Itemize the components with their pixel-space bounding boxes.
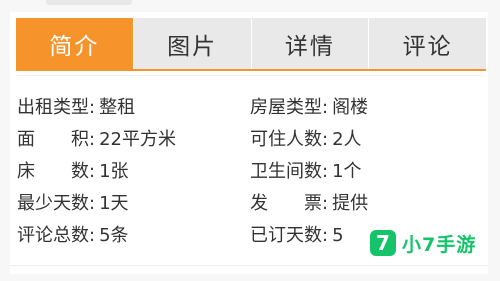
field-label: 面 积: [17, 129, 96, 150]
field-label: 最少天数: [17, 193, 96, 214]
invoice-field: 发 票: 提供 [250, 190, 368, 218]
tab-photos[interactable]: 图片 [133, 18, 252, 69]
active-tab-underline [16, 69, 486, 71]
field-label: 已订天数: [250, 225, 329, 246]
beds-field: 床 数: 1张 [17, 158, 129, 186]
bathrooms-field: 卫生间数: 1个 [250, 158, 362, 186]
field-value: 整租 [99, 97, 136, 118]
field-value: 5条 [99, 225, 129, 246]
field-value: 提供 [332, 193, 369, 214]
field-value: 2人 [332, 129, 362, 150]
booked-days-field: 已订天数: 5 [250, 222, 344, 250]
tab-details[interactable]: 详情 [251, 18, 370, 69]
review-count-field: 评论总数: 5条 [17, 222, 129, 250]
capacity-field: 可住人数: 2人 [250, 126, 362, 154]
field-label: 可住人数: [250, 129, 329, 150]
field-label: 卫生间数: [250, 161, 329, 182]
field-value: 阁楼 [332, 97, 369, 118]
field-label: 床 数: [17, 161, 96, 182]
tab-reviews[interactable]: 评论 [369, 18, 486, 69]
divider [16, 75, 486, 76]
divider [10, 265, 488, 266]
tab-bar: 简介 图片 详情 评论 [16, 18, 486, 69]
field-label: 评论总数: [17, 225, 96, 246]
field-label: 发 票: [250, 193, 329, 214]
rental-type-field: 出租类型: 整租 [17, 94, 135, 122]
field-value: 1个 [332, 161, 362, 182]
watermark-logo: 7 小7手游 [370, 227, 476, 259]
min-days-field: 最少天数: 1天 [17, 190, 129, 218]
field-value: 22平方米 [99, 129, 176, 150]
area-field: 面 积: 22平方米 [17, 126, 176, 154]
watermark-text: 小7手游 [402, 233, 477, 256]
info-row: 面 积: 22平方米 可住人数: 2人 [10, 126, 488, 154]
top-divider-stub [46, 0, 132, 5]
house-type-field: 房屋类型: 阁楼 [250, 94, 368, 122]
tab-intro[interactable]: 简介 [16, 18, 134, 69]
info-row: 出租类型: 整租 房屋类型: 阁楼 [10, 94, 488, 122]
field-value: 1天 [99, 193, 129, 214]
field-value: 1张 [99, 161, 129, 182]
logo-icon: 7 [370, 230, 396, 256]
field-label: 房屋类型: [250, 97, 329, 118]
info-row: 最少天数: 1天 发 票: 提供 [10, 190, 488, 218]
field-value: 5 [332, 225, 344, 246]
field-label: 出租类型: [17, 97, 96, 118]
info-row: 床 数: 1张 卫生间数: 1个 [10, 158, 488, 186]
